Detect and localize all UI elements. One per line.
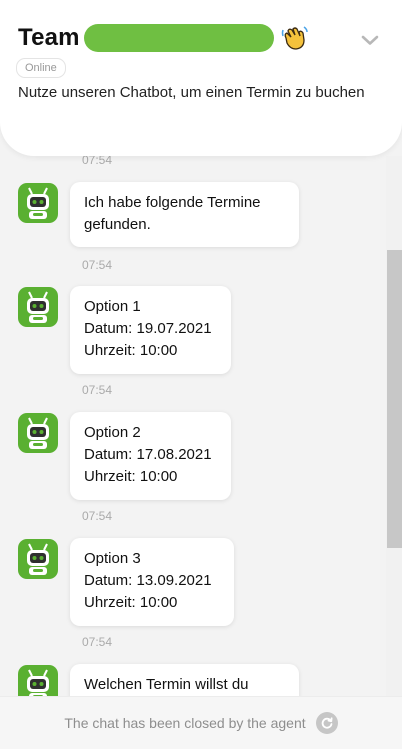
refresh-button[interactable] [315, 712, 338, 734]
scrollbar-thumb[interactable] [387, 250, 402, 548]
bot-message-bubble: Option 3 Datum: 13.09.2021 Uhrzeit: 10:0… [70, 538, 234, 626]
refresh-icon [321, 717, 333, 729]
bot-avatar-icon [18, 539, 58, 579]
option-date: Datum: 13.09.2021 [84, 572, 212, 589]
chevron-down-icon[interactable] [360, 30, 380, 50]
waving-hand-icon [281, 26, 308, 50]
option-date: Datum: 17.08.2021 [84, 446, 212, 463]
chat-closed-footer: The chat has been closed by the agent [0, 696, 402, 749]
bot-message-bubble: Option 2 Datum: 17.08.2021 Uhrzeit: 10:0… [70, 412, 231, 500]
option-time: Uhrzeit: 10:00 [84, 342, 178, 359]
bot-avatar-icon [18, 287, 58, 327]
bot-avatar-icon [18, 413, 58, 453]
bot-message-bubble: Option 1 Datum: 19.07.2021 Uhrzeit: 10:0… [70, 286, 231, 374]
status-badge: Online [16, 58, 66, 78]
option-time: Uhrzeit: 10:00 [84, 594, 178, 611]
message-timestamp: 07:54 [82, 635, 113, 649]
header-subtitle: Nutze unseren Chatbot, um einen Termin z… [18, 84, 365, 101]
message-timestamp: 07:54 [82, 383, 113, 397]
bot-message-bubble: Ich habe folgende Termine gefunden. [70, 182, 299, 247]
message-timestamp: 07:54 [82, 258, 113, 272]
option-time: Uhrzeit: 10:00 [84, 468, 178, 485]
option-title: Option 1 [84, 298, 141, 315]
bot-avatar-icon [18, 183, 58, 223]
message-timestamp: 07:54 [82, 509, 113, 523]
chat-closed-message: The chat has been closed by the agent [64, 715, 306, 731]
option-date: Datum: 19.07.2021 [84, 320, 212, 337]
option-title: Option 2 [84, 424, 141, 441]
option-title: Option 3 [84, 550, 141, 567]
chat-header: Team Online Nutze unseren Chatbot, um ei… [0, 0, 402, 156]
header-title: Team [18, 24, 80, 51]
redacted-name-pill [83, 24, 274, 52]
header-title-row: Team [18, 22, 308, 54]
